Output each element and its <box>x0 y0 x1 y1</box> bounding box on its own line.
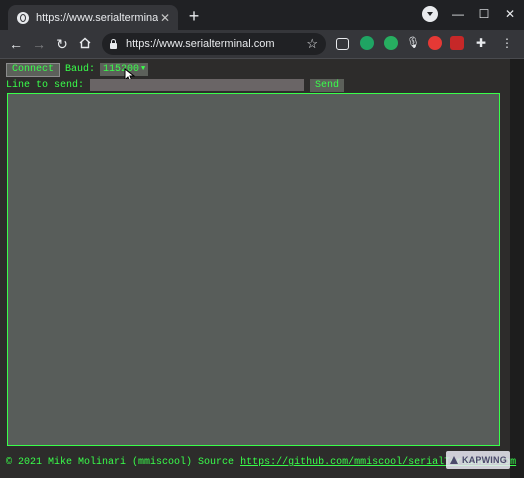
back-arrow-icon[interactable]: ← <box>6 34 26 54</box>
chat-icon[interactable] <box>360 36 374 50</box>
page-scroll-edge <box>510 59 524 478</box>
globe-icon <box>17 11 29 24</box>
forward-arrow-icon[interactable]: → <box>29 34 49 54</box>
send-row: Line to send: Send <box>6 78 345 92</box>
window-controls: — ☐ ✕ <box>422 6 516 22</box>
tab-title: https://www.serialterminal.com <box>36 11 158 24</box>
tab-close-icon[interactable]: ✕ <box>158 11 172 25</box>
line-to-send-input[interactable] <box>90 79 305 91</box>
terminal-output[interactable] <box>7 93 500 446</box>
close-window-icon[interactable]: ✕ <box>504 7 516 21</box>
reload-icon[interactable]: ↻ <box>52 34 72 54</box>
kapwing-logo-icon <box>450 456 458 464</box>
tab-icon[interactable] <box>336 38 349 50</box>
url-text: https://www.serialterminal.com <box>126 38 275 50</box>
record-icon[interactable] <box>428 36 442 50</box>
tab-strip: https://www.serialterminal.com ✕ + — ☐ ✕ <box>0 0 524 30</box>
home-icon[interactable] <box>75 34 95 54</box>
line-to-send-label: Line to send: <box>6 79 85 91</box>
minimize-icon[interactable]: — <box>452 7 464 21</box>
footer-credit: © 2021 Mike Molinari (mmiscool) Source <box>6 457 235 468</box>
address-bar[interactable]: https://www.serialterminal.com ☆ <box>102 33 326 55</box>
browser-window: https://www.serialterminal.com ✕ + — ☐ ✕… <box>0 0 524 478</box>
kapwing-watermark: KAPWING <box>446 451 510 469</box>
new-tab-button[interactable]: + <box>184 7 204 27</box>
browser-toolbar: ← → ↻ https://www.serialterminal.com ☆ 🎙… <box>0 30 524 59</box>
bookmark-icon[interactable] <box>450 36 464 50</box>
puzzle-icon[interactable]: ✚ <box>474 36 488 50</box>
kebab-menu-icon[interactable]: ⋮ <box>500 36 514 50</box>
watermark-text: KAPWING <box>462 455 507 465</box>
connect-button[interactable]: Connect <box>6 62 61 77</box>
maximize-icon[interactable]: ☐ <box>478 7 490 21</box>
page-content: Connect Baud: 115200 ▼ Line to send: Sen… <box>0 59 524 478</box>
browser-tab[interactable]: https://www.serialterminal.com ✕ <box>8 5 178 30</box>
bookmark-star-icon[interactable]: ☆ <box>306 36 318 52</box>
lock-icon <box>110 39 117 49</box>
profile-menu-icon[interactable] <box>422 6 438 22</box>
footer: © 2021 Mike Molinari (mmiscool) Source h… <box>6 457 516 468</box>
chevron-down-icon: ▼ <box>141 65 146 73</box>
translate-icon[interactable] <box>384 36 398 50</box>
mic-icon[interactable]: 🎙 <box>406 36 420 50</box>
send-button[interactable]: Send <box>310 78 345 92</box>
baud-label: Baud: <box>65 64 96 75</box>
